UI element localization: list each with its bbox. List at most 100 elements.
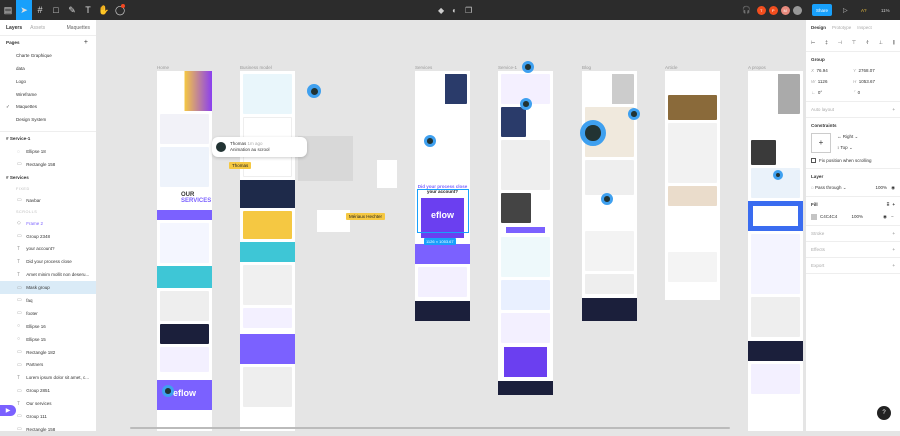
collaborator-avatar[interactable] xyxy=(162,385,174,397)
layer-item[interactable]: ▭ Partners xyxy=(0,358,96,371)
frame-label[interactable]: Services xyxy=(415,65,432,70)
styles-icon[interactable]: ⠿ xyxy=(886,202,889,207)
visibility-icon[interactable]: ◉ xyxy=(891,185,895,191)
layer-item[interactable]: T Did your process close xyxy=(0,255,96,268)
fill-opacity[interactable]: 100% xyxy=(852,214,884,219)
rotation-field[interactable]: ∟ 0° xyxy=(811,90,853,96)
component-icon[interactable]: ◆ xyxy=(438,6,444,15)
layer-item[interactable]: T your account? xyxy=(0,242,96,255)
page-item-current[interactable]: ✓ Maquettes xyxy=(0,100,96,113)
layer-item[interactable]: ○ Ellipse 16 xyxy=(0,320,96,333)
layer-item[interactable]: ◇ Frame 2 xyxy=(0,217,96,230)
collaborator-avatar[interactable] xyxy=(580,120,606,146)
align-middle-icon[interactable]: ⫩ xyxy=(866,40,869,46)
share-button[interactable]: Share xyxy=(812,4,832,16)
main-menu-icon[interactable]: ▤ xyxy=(0,0,16,20)
avatar[interactable]: M xyxy=(780,5,790,15)
help-button[interactable]: ? xyxy=(877,406,891,420)
layer-item[interactable]: ◌ Ellipse 18 xyxy=(0,145,96,158)
tab-design[interactable]: Design xyxy=(811,25,826,30)
layer-item[interactable]: ▭ footer xyxy=(0,307,96,320)
layer-opacity[interactable]: 100% xyxy=(876,185,888,191)
collaborator-avatar[interactable] xyxy=(522,61,534,73)
boolean-icon[interactable]: ❐ xyxy=(465,6,472,15)
fill-swatch[interactable] xyxy=(811,213,817,220)
constraints-widget[interactable]: + xyxy=(811,132,831,153)
text-tool-icon[interactable]: T xyxy=(80,0,96,20)
layer-frame[interactable]: # Service-1 xyxy=(0,132,96,145)
add-auto-layout-icon[interactable]: + xyxy=(892,107,895,112)
page-item[interactable]: Design System xyxy=(0,113,96,126)
page-selector[interactable]: Maquettes xyxy=(67,25,90,31)
layer-item[interactable]: ▭ Rectangle 158 xyxy=(0,423,96,436)
distribute-icon[interactable]: ⫼ xyxy=(893,40,895,46)
zoom-dropdown[interactable]: 11% xyxy=(881,8,890,13)
frame-label[interactable]: Service-1 xyxy=(498,65,517,70)
tab-prototype[interactable]: Prototype xyxy=(832,25,851,30)
frame-label[interactable]: Business model xyxy=(240,65,272,70)
avatar[interactable]: P xyxy=(768,5,778,15)
frame-note[interactable] xyxy=(377,160,397,188)
frame-label[interactable]: A propos xyxy=(748,65,766,70)
collaborator-avatar[interactable] xyxy=(307,84,321,98)
frame-tool-icon[interactable]: # xyxy=(32,0,48,20)
page-item[interactable]: Logo xyxy=(0,75,96,88)
h-field[interactable]: H 1053.67 xyxy=(853,79,895,84)
frame-article[interactable] xyxy=(665,71,720,300)
collaborator-avatar[interactable] xyxy=(424,135,436,147)
layer-item[interactable]: ▭ Navbar xyxy=(0,194,96,207)
collaborator-avatar[interactable] xyxy=(628,108,640,120)
frame-label[interactable]: Article xyxy=(665,65,678,70)
frame-business-model[interactable] xyxy=(240,71,295,431)
canvas-scrollbar[interactable] xyxy=(130,427,730,429)
align-left-icon[interactable]: ⊢ xyxy=(811,40,815,46)
layer-item[interactable]: T Amet minim mollit non deseru... xyxy=(0,268,96,281)
mask-icon[interactable]: ◐ xyxy=(452,6,457,15)
avatar[interactable] xyxy=(792,5,802,15)
w-field[interactable]: W 1126 xyxy=(811,79,853,84)
layer-item[interactable]: ▭ Mask group xyxy=(0,281,96,295)
add-page-icon[interactable]: + xyxy=(84,39,88,46)
page-item[interactable]: Wireframe xyxy=(0,88,96,101)
selection-outline[interactable] xyxy=(417,189,469,233)
remove-fill-icon[interactable]: − xyxy=(891,214,895,219)
page-item[interactable]: data xyxy=(0,62,96,75)
x-field[interactable]: X 76.94 xyxy=(811,68,853,73)
audio-icon[interactable]: 🎧 xyxy=(742,6,751,14)
frame-a-propos[interactable] xyxy=(748,71,803,431)
tab-inspect[interactable]: Inspect xyxy=(857,25,872,30)
fill-visibility-icon[interactable]: ◉ xyxy=(883,214,891,220)
hand-tool-icon[interactable]: ✋ xyxy=(96,0,112,20)
layer-item[interactable]: ○ Ellipse 15 xyxy=(0,333,96,346)
collaborator-avatar[interactable] xyxy=(601,193,613,205)
vertical-constraint-dropdown[interactable]: ↕ Top ⌄ xyxy=(837,143,858,154)
add-effect-icon[interactable]: + xyxy=(892,247,895,252)
shape-tool-icon[interactable]: □ xyxy=(48,0,64,20)
align-center-icon[interactable]: ‡ xyxy=(825,40,828,46)
add-export-icon[interactable]: + xyxy=(892,263,895,268)
align-right-icon[interactable]: ⊣ xyxy=(838,40,842,46)
layer-item[interactable]: ▭ faq xyxy=(0,294,96,307)
present-icon[interactable]: ▷ xyxy=(843,7,848,14)
tab-assets[interactable]: Assets xyxy=(30,25,45,31)
collaborator-avatar[interactable] xyxy=(773,170,783,180)
layer-item[interactable]: ▭ Rectangle 158 xyxy=(0,158,96,171)
fix-position-checkbox[interactable] xyxy=(811,157,816,163)
radius-field[interactable]: ⌜ 0 xyxy=(853,90,895,96)
align-top-icon[interactable]: ⊤ xyxy=(852,40,856,46)
frame-home[interactable]: OUR SERVICES eflow xyxy=(157,71,212,431)
collaborator-avatar[interactable] xyxy=(520,98,532,110)
blend-mode-dropdown[interactable]: ◌ Pass through ⌄ xyxy=(811,185,876,191)
layer-item[interactable]: ▭ Group 2851 xyxy=(0,384,96,397)
tab-layers[interactable]: Layers xyxy=(6,25,22,31)
avatar[interactable]: T xyxy=(756,5,766,15)
video-call-button[interactable]: ▶ xyxy=(0,405,16,416)
pen-tool-icon[interactable]: ✎ xyxy=(64,0,80,20)
frame-label[interactable]: Home xyxy=(157,65,169,70)
layer-item[interactable]: ▭ Rectangle 182 xyxy=(0,346,96,359)
frame-label[interactable]: Blog xyxy=(582,65,591,70)
fill-hex[interactable]: C4C4C4 xyxy=(820,214,852,219)
y-field[interactable]: Y 2768.07 xyxy=(853,68,895,73)
page-item[interactable]: Charte Graphique xyxy=(0,49,96,62)
add-fill-icon[interactable]: + xyxy=(892,202,895,207)
